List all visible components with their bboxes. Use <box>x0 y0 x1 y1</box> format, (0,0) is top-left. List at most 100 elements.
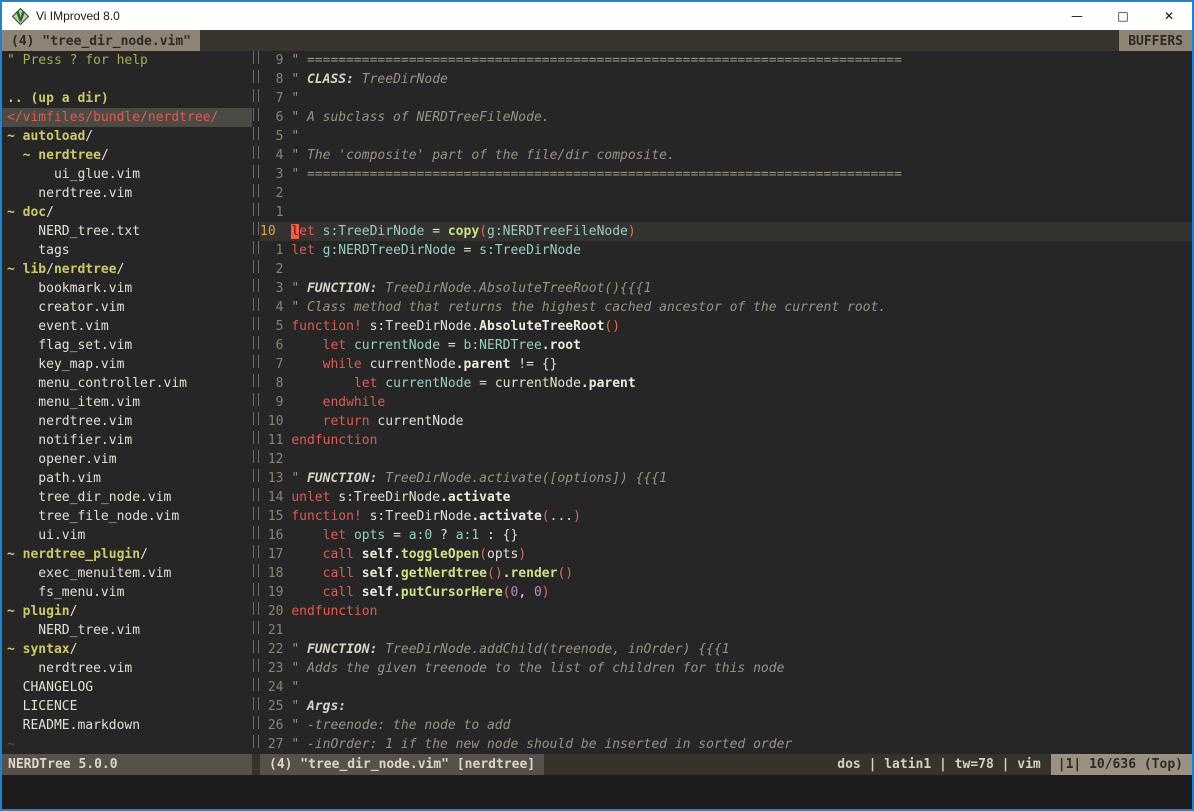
code-line[interactable]: 7 " <box>260 89 1192 108</box>
text-segment: endwhile <box>323 395 386 410</box>
window-separator[interactable] <box>252 51 260 754</box>
tree-item[interactable]: nerdtree.vim <box>2 412 252 431</box>
tab-tree-dir-node[interactable]: (4) "tree_dir_node.vim" <box>2 30 200 51</box>
maximize-button[interactable]: □ <box>1100 2 1146 30</box>
code-line[interactable]: 5 " <box>260 127 1192 146</box>
tree-item[interactable]: tree_dir_node.vim <box>2 488 252 507</box>
tree-item[interactable]: fs_menu.vim <box>2 583 252 602</box>
tree-item[interactable]: nerdtree.vim <box>2 184 252 203</box>
text-segment: " -inOrder: 1 if the new node should be … <box>291 737 792 752</box>
tree-item[interactable]: .. (up a dir) <box>2 89 252 108</box>
code-line[interactable]: 11 endfunction <box>260 431 1192 450</box>
tree-item[interactable]: opener.vim <box>2 450 252 469</box>
code-line[interactable]: 3 " ====================================… <box>260 165 1192 184</box>
text-segment: TreeDirNode.activate([options]) {{{1 <box>377 471 667 486</box>
code-line[interactable]: 25 " Args: <box>260 697 1192 716</box>
tree-item[interactable]: ~ nerdtree/ <box>2 146 252 165</box>
tree-item[interactable]: " Press ? for help <box>2 51 252 70</box>
text-segment <box>346 528 354 543</box>
code-line[interactable]: 27 " -inOrder: 1 if the new node should … <box>260 735 1192 754</box>
tree-item[interactable]: exec_menuitem.vim <box>2 564 252 583</box>
code-line[interactable]: 8 " CLASS: TreeDirNode <box>260 70 1192 89</box>
text-segment: / <box>70 642 78 657</box>
code-line[interactable]: 18 call self.getNerdtree().render() <box>260 564 1192 583</box>
tree-item[interactable]: ~ doc/ <box>2 203 252 222</box>
text-segment: ~ plugin <box>7 604 70 619</box>
code-line-current[interactable]: 10 let s:TreeDirNode = copy(g:NERDTreeFi… <box>260 222 1192 241</box>
text-segment <box>354 566 362 581</box>
tree-item[interactable]: ui_glue.vim <box>2 165 252 184</box>
code-line[interactable]: 3 " FUNCTION: TreeDirNode.AbsoluteTreeRo… <box>260 279 1192 298</box>
tree-item[interactable]: NERD_tree.vim <box>2 621 252 640</box>
code-line[interactable]: 14 unlet s:TreeDirNode.activate <box>260 488 1192 507</box>
tree-item[interactable] <box>2 70 252 89</box>
minimize-button[interactable]: — <box>1054 2 1100 30</box>
code-line[interactable]: 1 <box>260 203 1192 222</box>
code-line[interactable]: 4 " Class method that returns the highes… <box>260 298 1192 317</box>
code-line[interactable]: 1 let g:NERDTreeDirNode = s:TreeDirNode <box>260 241 1192 260</box>
text-segment: FUNCTION: <box>307 471 377 486</box>
tree-item[interactable]: notifier.vim <box>2 431 252 450</box>
tree-item[interactable]: NERD_tree.txt <box>2 222 252 241</box>
tree-item[interactable]: menu_item.vim <box>2 393 252 412</box>
tree-item[interactable]: ~ syntax/ <box>2 640 252 659</box>
tree-item[interactable]: tree_file_node.vim <box>2 507 252 526</box>
code-line[interactable]: 2 <box>260 260 1192 279</box>
code-line[interactable]: 2 <box>260 184 1192 203</box>
tree-item[interactable]: LICENCE <box>2 697 252 716</box>
code-text: " FUNCTION: TreeDirNode.addChild(treenod… <box>291 640 729 659</box>
tree-item[interactable]: path.vim <box>2 469 252 488</box>
code-line[interactable]: 5 function! s:TreeDirNode.AbsoluteTreeRo… <box>260 317 1192 336</box>
tree-item[interactable]: nerdtree.vim <box>2 659 252 678</box>
code-line[interactable]: 6 " A subclass of NERDTreeFileNode. <box>260 108 1192 127</box>
text-segment <box>291 338 322 353</box>
tree-item-selected[interactable]: </vimfiles/bundle/nerdtree/ <box>2 108 252 127</box>
code-line[interactable]: 22 " FUNCTION: TreeDirNode.addChild(tree… <box>260 640 1192 659</box>
code-line[interactable]: 9 endwhile <box>260 393 1192 412</box>
line-number: 8 <box>260 70 291 89</box>
tree-item[interactable]: flag_set.vim <box>2 336 252 355</box>
tree-item[interactable]: bookmark.vim <box>2 279 252 298</box>
code-line[interactable]: 7 while currentNode.parent != {} <box>260 355 1192 374</box>
code-line[interactable]: 6 let currentNode = b:NERDTree.root <box>260 336 1192 355</box>
code-line[interactable]: 4 " The 'composite' part of the file/dir… <box>260 146 1192 165</box>
tree-item[interactable]: ~ lib/nerdtree/ <box>2 260 252 279</box>
code-line[interactable]: 15 function! s:TreeDirNode.activate(...) <box>260 507 1192 526</box>
text-segment: .parent <box>456 357 511 372</box>
code-line[interactable]: 10 return currentNode <box>260 412 1192 431</box>
tree-item[interactable]: menu_controller.vim <box>2 374 252 393</box>
tree-item[interactable]: key_map.vim <box>2 355 252 374</box>
code-line[interactable]: 16 let opts = a:0 ? a:1 : {} <box>260 526 1192 545</box>
tree-item[interactable]: CHANGELOG <box>2 678 252 697</box>
text-segment: NERD_tree.txt <box>7 224 140 239</box>
code-line[interactable]: 24 " <box>260 678 1192 697</box>
code-line[interactable]: 8 let currentNode = currentNode.parent <box>260 374 1192 393</box>
code-text: " -treenode: the node to add <box>291 716 510 735</box>
code-line[interactable]: 23 " Adds the given treenode to the list… <box>260 659 1192 678</box>
code-line[interactable]: 26 " -treenode: the node to add <box>260 716 1192 735</box>
command-line[interactable] <box>2 775 1192 809</box>
code-line[interactable]: 12 <box>260 450 1192 469</box>
text-segment: currentNode <box>354 338 440 353</box>
tree-item[interactable]: ~ nerdtree_plugin/ <box>2 545 252 564</box>
text-segment <box>291 566 322 581</box>
tree-item[interactable]: README.markdown <box>2 716 252 735</box>
close-button[interactable]: ✕ <box>1146 2 1192 30</box>
code-text: let currentNode = b:NERDTree.root <box>291 336 581 355</box>
tree-item[interactable]: ~ <box>2 735 252 754</box>
code-line[interactable]: 17 call self.toggleOpen(opts) <box>260 545 1192 564</box>
code-line[interactable]: 9 " ====================================… <box>260 51 1192 70</box>
tree-item[interactable]: creator.vim <box>2 298 252 317</box>
code-line[interactable]: 20 endfunction <box>260 602 1192 621</box>
code-line[interactable]: 19 call self.putCursorHere(0, 0) <box>260 583 1192 602</box>
text-segment: g:NERDTreeDirNode <box>323 243 456 258</box>
code-line[interactable]: 13 " FUNCTION: TreeDirNode.activate([opt… <box>260 469 1192 488</box>
tree-item[interactable]: ui.vim <box>2 526 252 545</box>
text-segment: let <box>323 338 346 353</box>
tree-item[interactable]: event.vim <box>2 317 252 336</box>
code-line[interactable]: 21 <box>260 621 1192 640</box>
title-bar[interactable]: Vi IMproved 8.0 — □ ✕ <box>2 2 1192 30</box>
tree-item[interactable]: ~ autoload/ <box>2 127 252 146</box>
tree-item[interactable]: ~ plugin/ <box>2 602 252 621</box>
tree-item[interactable]: tags <box>2 241 252 260</box>
